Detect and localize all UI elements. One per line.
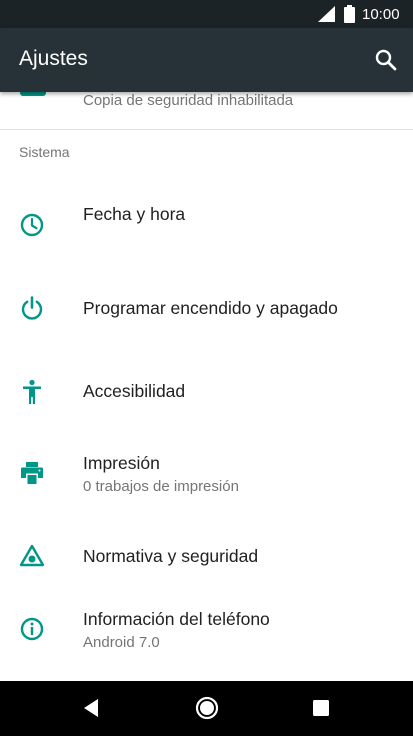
backup-icon bbox=[20, 92, 46, 96]
setting-item-date-time[interactable]: Fecha y hora bbox=[0, 178, 413, 272]
search-icon[interactable] bbox=[372, 46, 400, 74]
backup-item-secondary: Copia de seguridad inhabilitada bbox=[83, 92, 294, 109]
divider bbox=[0, 129, 413, 130]
power-icon bbox=[19, 295, 45, 321]
setting-item-scheduled-power[interactable]: Programar encendido y apagado bbox=[0, 272, 413, 366]
app-bar: Ajustes bbox=[0, 28, 413, 92]
info-icon bbox=[19, 616, 45, 642]
setting-item-summary: 0 trabajos de impresión bbox=[83, 478, 239, 495]
settings-list: Copia de seguridad inhabilitada Sistema … bbox=[0, 92, 413, 681]
battery-icon bbox=[344, 5, 355, 28]
signal-icon bbox=[318, 6, 335, 27]
setting-item-label: Información del teléfono bbox=[83, 609, 270, 629]
regulatory-icon bbox=[19, 543, 45, 569]
setting-item-printing[interactable]: Impresión 0 trabajos de impresión bbox=[0, 438, 413, 522]
setting-item-label: Fecha y hora bbox=[83, 204, 186, 224]
accessibility-icon bbox=[19, 379, 45, 405]
setting-item-label: Accesibilidad bbox=[83, 381, 186, 401]
setting-item-accessibility[interactable]: Accesibilidad bbox=[0, 366, 413, 438]
backup-item[interactable]: Copia de seguridad inhabilitada bbox=[0, 92, 413, 130]
recents-icon[interactable] bbox=[309, 696, 333, 720]
back-icon[interactable] bbox=[80, 696, 104, 720]
status-bar: 10:00 bbox=[0, 0, 413, 28]
printer-icon bbox=[19, 460, 45, 486]
navigation-bar bbox=[0, 681, 413, 736]
clock-icon bbox=[19, 212, 45, 238]
setting-item-regulatory[interactable]: Normativa y seguridad bbox=[0, 522, 413, 594]
setting-item-summary: Android 7.0 bbox=[83, 634, 160, 651]
setting-item-label: Programar encendido y apagado bbox=[83, 298, 338, 318]
section-header-sistema: Sistema bbox=[19, 144, 70, 160]
page-title: Ajustes bbox=[19, 47, 88, 70]
setting-item-label: Impresión bbox=[83, 453, 160, 473]
home-icon[interactable] bbox=[195, 696, 219, 720]
setting-item-about-phone[interactable]: Información del teléfono Android 7.0 bbox=[0, 594, 413, 681]
status-time: 10:00 bbox=[362, 6, 400, 23]
setting-item-label: Normativa y seguridad bbox=[83, 546, 259, 566]
